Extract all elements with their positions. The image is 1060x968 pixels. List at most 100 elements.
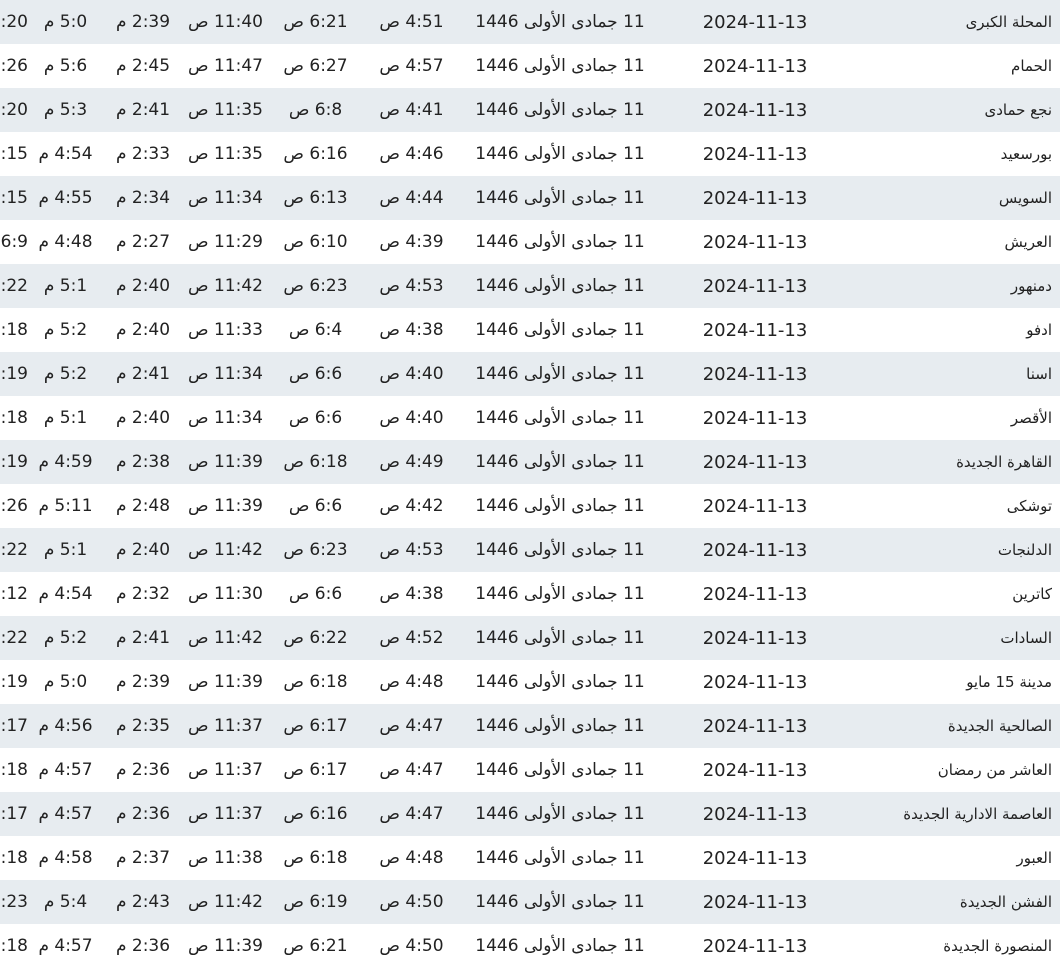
hijri-date-cell: 11 جمادى الأولى 1446 [460,88,660,132]
sunrise-time-cell: 6:6 ص [268,572,363,616]
gregorian-date-cell: 2024-11-13 [660,924,850,968]
gregorian-date-cell: 2024-11-13 [660,528,850,572]
hijri-date-cell: 11 جمادى الأولى 1446 [460,572,660,616]
table-row: اسنا 2024-11-13 11 جمادى الأولى 1446 4:40 ص… [0,352,1060,396]
dhuhr-time-cell: 11:33 ص [183,308,268,352]
gregorian-date-cell: 2024-11-13 [660,440,850,484]
fajr-time-cell: 4:48 ص [363,836,460,880]
asr-time-cell: 2:39 م [103,0,183,44]
maghrib-time-cell: 5:2 م [28,616,103,660]
maghrib-time-cell: 4:48 م [28,220,103,264]
prayer-times-table: المحلة الكبرى 2024-11-13 11 جمادى الأولى 1… [0,0,1060,968]
hijri-date-cell: 11 جمادى الأولى 1446 [460,440,660,484]
isha-time-cell: 6:19 م [0,352,28,396]
fajr-time-cell: 4:53 ص [363,528,460,572]
asr-time-cell: 2:38 م [103,440,183,484]
dhuhr-time-cell: 11:35 ص [183,88,268,132]
gregorian-date-cell: 2024-11-13 [660,176,850,220]
dhuhr-time-cell: 11:39 ص [183,440,268,484]
city-cell: الفشن الجديدة [850,880,1060,924]
maghrib-time-cell: 4:55 م [28,176,103,220]
table-row: العبور 2024-11-13 11 جمادى الأولى 1446 4:48… [0,836,1060,880]
maghrib-time-cell: 4:57 م [28,792,103,836]
table-row: الدلنجات 2024-11-13 11 جمادى الأولى 1446 4:… [0,528,1060,572]
gregorian-date-cell: 2024-11-13 [660,880,850,924]
asr-time-cell: 2:36 م [103,792,183,836]
hijri-date-cell: 11 جمادى الأولى 1446 [460,660,660,704]
city-cell: الدلنجات [850,528,1060,572]
maghrib-time-cell: 4:57 م [28,748,103,792]
dhuhr-time-cell: 11:40 ص [183,0,268,44]
gregorian-date-cell: 2024-11-13 [660,616,850,660]
fajr-time-cell: 4:53 ص [363,264,460,308]
hijri-date-cell: 11 جمادى الأولى 1446 [460,704,660,748]
asr-time-cell: 2:45 م [103,44,183,88]
city-cell: دمنهور [850,264,1060,308]
city-cell: بورسعيد [850,132,1060,176]
asr-time-cell: 2:36 م [103,924,183,968]
sunrise-time-cell: 6:21 ص [268,0,363,44]
dhuhr-time-cell: 11:47 ص [183,44,268,88]
maghrib-time-cell: 5:4 م [28,880,103,924]
maghrib-time-cell: 4:58 م [28,836,103,880]
dhuhr-time-cell: 11:42 ص [183,264,268,308]
sunrise-time-cell: 6:6 ص [268,396,363,440]
maghrib-time-cell: 5:11 م [28,484,103,528]
dhuhr-time-cell: 11:39 ص [183,484,268,528]
dhuhr-time-cell: 11:34 ص [183,396,268,440]
maghrib-time-cell: 5:3 م [28,88,103,132]
sunrise-time-cell: 6:17 ص [268,704,363,748]
table-row: بورسعيد 2024-11-13 11 جمادى الأولى 1446 4:4… [0,132,1060,176]
maghrib-time-cell: 5:6 م [28,44,103,88]
city-cell: مدينة 15 مايو [850,660,1060,704]
fajr-time-cell: 4:46 ص [363,132,460,176]
table-row: العريش 2024-11-13 11 جمادى الأولى 1446 4:39… [0,220,1060,264]
fajr-time-cell: 4:47 ص [363,792,460,836]
fajr-time-cell: 4:41 ص [363,88,460,132]
gregorian-date-cell: 2024-11-13 [660,352,850,396]
dhuhr-time-cell: 11:42 ص [183,616,268,660]
gregorian-date-cell: 2024-11-13 [660,264,850,308]
asr-time-cell: 2:41 م [103,616,183,660]
sunrise-time-cell: 6:27 ص [268,44,363,88]
hijri-date-cell: 11 جمادى الأولى 1446 [460,220,660,264]
dhuhr-time-cell: 11:39 ص [183,924,268,968]
hijri-date-cell: 11 جمادى الأولى 1446 [460,264,660,308]
dhuhr-time-cell: 11:29 ص [183,220,268,264]
isha-time-cell: 6:18 م [0,924,28,968]
city-cell: القاهرة الجديدة [850,440,1060,484]
dhuhr-time-cell: 11:37 ص [183,748,268,792]
isha-time-cell: 6:15 م [0,132,28,176]
gregorian-date-cell: 2024-11-13 [660,484,850,528]
table-row: الأقصر 2024-11-13 11 جمادى الأولى 1446 4:40… [0,396,1060,440]
gregorian-date-cell: 2024-11-13 [660,704,850,748]
table-row: القاهرة الجديدة 2024-11-13 11 جمادى الأولى… [0,440,1060,484]
isha-time-cell: 6:18 م [0,836,28,880]
gregorian-date-cell: 2024-11-13 [660,44,850,88]
table-row: نجع حمادى 2024-11-13 11 جمادى الأولى 1446 4… [0,88,1060,132]
isha-time-cell: 6:15 م [0,176,28,220]
sunrise-time-cell: 6:22 ص [268,616,363,660]
gregorian-date-cell: 2024-11-13 [660,308,850,352]
gregorian-date-cell: 2024-11-13 [660,572,850,616]
table-row: مدينة 15 مايو 2024-11-13 11 جمادى الأولى 1… [0,660,1060,704]
gregorian-date-cell: 2024-11-13 [660,396,850,440]
isha-time-cell: 6:26 م [0,44,28,88]
isha-time-cell: 6:26 م [0,484,28,528]
hijri-date-cell: 11 جمادى الأولى 1446 [460,924,660,968]
dhuhr-time-cell: 11:39 ص [183,660,268,704]
sunrise-time-cell: 6:18 ص [268,440,363,484]
sunrise-time-cell: 6:16 ص [268,132,363,176]
asr-time-cell: 2:40 م [103,528,183,572]
hijri-date-cell: 11 جمادى الأولى 1446 [460,484,660,528]
sunrise-time-cell: 6:6 ص [268,352,363,396]
hijri-date-cell: 11 جمادى الأولى 1446 [460,44,660,88]
fajr-time-cell: 4:50 ص [363,880,460,924]
asr-time-cell: 2:34 م [103,176,183,220]
asr-time-cell: 2:48 م [103,484,183,528]
asr-time-cell: 2:40 م [103,396,183,440]
gregorian-date-cell: 2024-11-13 [660,836,850,880]
fajr-time-cell: 4:40 ص [363,352,460,396]
table-row: المنصورة الجديدة 2024-11-13 11 جمادى الأول… [0,924,1060,968]
hijri-date-cell: 11 جمادى الأولى 1446 [460,396,660,440]
